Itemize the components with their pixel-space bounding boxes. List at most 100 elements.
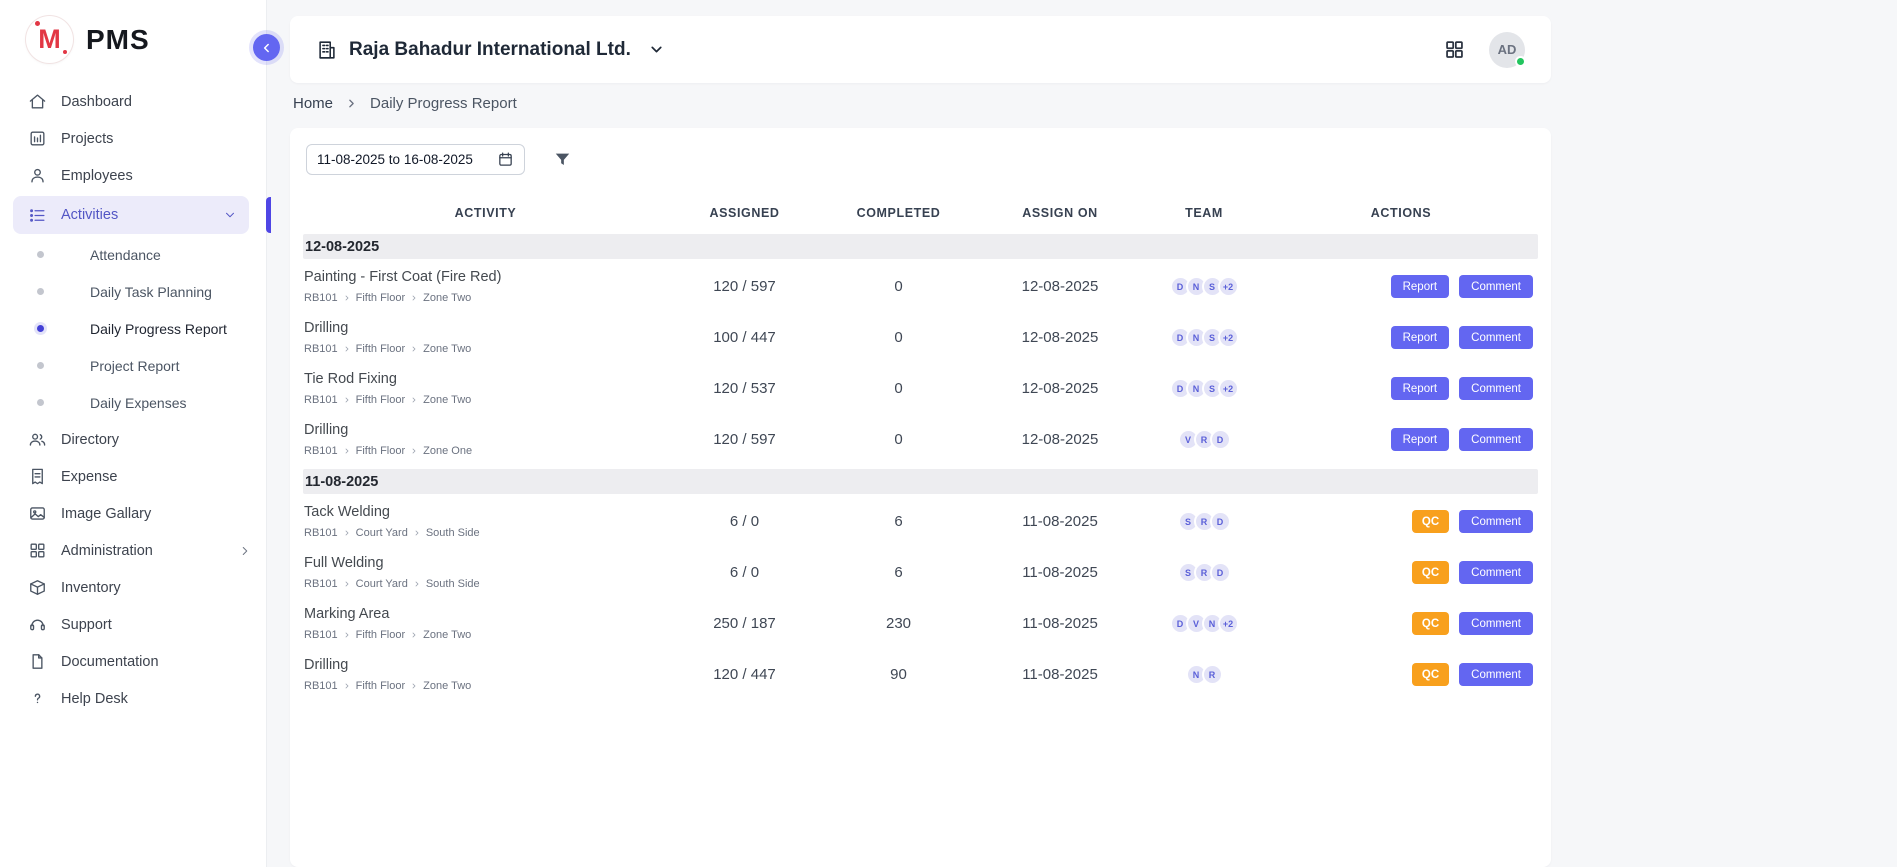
chevron-right-icon: [343, 631, 351, 639]
sidebar-item-expense[interactable]: Expense: [0, 458, 266, 495]
sidebar-item-directory[interactable]: Directory: [0, 421, 266, 458]
actions-cell: QC Comment: [1264, 663, 1538, 686]
sidebar-item-label: Expense: [61, 469, 117, 485]
date-group-header: 11-08-2025: [303, 469, 1538, 494]
sidebar-item-inventory[interactable]: Inventory: [0, 569, 266, 606]
sidebar-item-image-gallary[interactable]: Image Gallary: [0, 495, 266, 532]
actions-cell: QC Comment: [1264, 510, 1538, 533]
path-segment: Fifth Floor: [356, 680, 406, 692]
activity-name: Full Welding: [304, 555, 668, 571]
date-range-input[interactable]: [317, 152, 489, 167]
home-icon: [28, 92, 47, 111]
team-overflow-badge[interactable]: +2: [1218, 276, 1239, 297]
actions-cell: QC Comment: [1264, 561, 1538, 584]
team-avatar[interactable]: D: [1210, 511, 1231, 532]
team-overflow-badge[interactable]: +2: [1218, 613, 1239, 634]
report-button[interactable]: Report: [1391, 377, 1450, 400]
sidebar-item-projects[interactable]: Projects: [0, 120, 266, 157]
report-button[interactable]: Report: [1391, 326, 1450, 349]
projects-icon: [28, 129, 47, 148]
qc-button[interactable]: QC: [1412, 663, 1449, 686]
sidebar-subitem-attendance[interactable]: Attendance: [0, 236, 266, 273]
qc-button[interactable]: QC: [1412, 510, 1449, 533]
sidebar-item-label: Documentation: [61, 654, 159, 670]
team-avatar[interactable]: D: [1210, 429, 1231, 450]
gallery-icon: [28, 504, 47, 523]
comment-button[interactable]: Comment: [1459, 612, 1533, 635]
path-segment: RB101: [304, 578, 338, 590]
sidebar-item-help-desk[interactable]: Help Desk: [0, 680, 266, 717]
path-segment: Zone Two: [423, 629, 471, 641]
comment-button[interactable]: Comment: [1459, 663, 1533, 686]
activity-path: RB101Court YardSouth Side: [304, 527, 668, 539]
bullet-icon: [37, 362, 44, 369]
table-row: Tack WeldingRB101Court YardSouth Side6 /…: [303, 497, 1538, 548]
sidebar-item-support[interactable]: Support: [0, 606, 266, 643]
date-range-picker[interactable]: [306, 144, 525, 175]
table-row: Full WeldingRB101Court YardSouth Side6 /…: [303, 548, 1538, 599]
documentation-icon: [28, 652, 47, 671]
sidebar-subitem-daily-expenses[interactable]: Daily Expenses: [0, 384, 266, 421]
team-avatar[interactable]: D: [1210, 562, 1231, 583]
sidebar-item-dashboard[interactable]: Dashboard: [0, 83, 266, 120]
company-switcher[interactable]: Raja Bahadur International Ltd.: [316, 39, 665, 61]
comment-button[interactable]: Comment: [1459, 510, 1533, 533]
activity-cell: DrillingRB101Fifth FloorZone Two: [303, 657, 668, 692]
comment-button[interactable]: Comment: [1459, 377, 1533, 400]
table-row: DrillingRB101Fifth FloorZone One120 / 59…: [303, 415, 1538, 466]
assigned-value: 120 / 537: [668, 380, 821, 397]
chevron-right-icon: [343, 447, 351, 455]
qc-button[interactable]: QC: [1412, 612, 1449, 635]
path-segment: Fifth Floor: [356, 445, 406, 457]
sidebar-item-employees[interactable]: Employees: [0, 157, 266, 194]
completed-value: 6: [821, 513, 976, 530]
sidebar-item-label: Projects: [61, 131, 113, 147]
sidebar-collapse-button[interactable]: [253, 34, 280, 61]
activity-path: RB101Fifth FloorZone Two: [304, 629, 668, 641]
column-header-team: TEAM: [1144, 206, 1264, 220]
report-button[interactable]: Report: [1391, 428, 1450, 451]
sidebar-item-administration[interactable]: Administration: [0, 532, 266, 569]
activity-path: RB101Court YardSouth Side: [304, 578, 668, 590]
qc-button[interactable]: QC: [1412, 561, 1449, 584]
assign-on-date: 12-08-2025: [976, 431, 1144, 448]
apps-grid-icon[interactable]: [1444, 39, 1465, 60]
online-status-dot: [1515, 56, 1526, 67]
activity-cell: Painting - First Coat (Fire Red)RB101Fif…: [303, 269, 668, 304]
filter-icon[interactable]: [553, 150, 572, 169]
activity-name: Drilling: [304, 320, 668, 336]
chevron-right-icon: [343, 294, 351, 302]
comment-button[interactable]: Comment: [1459, 428, 1533, 451]
sidebar-subitem-daily-task-planning[interactable]: Daily Task Planning: [0, 273, 266, 310]
sidebar-subitem-project-report[interactable]: Project Report: [0, 347, 266, 384]
team-cell: DVN+2: [1144, 613, 1264, 634]
header-actions: AD: [1444, 32, 1525, 68]
activities-icon: [28, 206, 47, 225]
assign-on-date: 12-08-2025: [976, 278, 1144, 295]
support-icon: [28, 615, 47, 634]
bullet-icon: [37, 399, 44, 406]
sidebar-item-activities[interactable]: Activities: [13, 196, 249, 234]
sidebar-item-documentation[interactable]: Documentation: [0, 643, 266, 680]
chevron-right-icon: [343, 345, 351, 353]
assign-on-date: 12-08-2025: [976, 329, 1144, 346]
path-segment: RB101: [304, 343, 338, 355]
directory-icon: [28, 430, 47, 449]
table-row: Painting - First Coat (Fire Red)RB101Fif…: [303, 262, 1538, 313]
team-overflow-badge[interactable]: +2: [1218, 327, 1239, 348]
completed-value: 0: [821, 380, 976, 397]
team-avatar[interactable]: R: [1202, 664, 1223, 685]
breadcrumb-home[interactable]: Home: [293, 95, 333, 112]
comment-button[interactable]: Comment: [1459, 275, 1533, 298]
team-cell: DNS+2: [1144, 276, 1264, 297]
comment-button[interactable]: Comment: [1459, 326, 1533, 349]
report-button[interactable]: Report: [1391, 275, 1450, 298]
team-overflow-badge[interactable]: +2: [1218, 378, 1239, 399]
column-header-assign-on: ASSIGN ON: [976, 206, 1144, 220]
path-segment: RB101: [304, 680, 338, 692]
sidebar-subitem-daily-progress-report[interactable]: Daily Progress Report: [0, 310, 266, 347]
path-segment: Fifth Floor: [356, 394, 406, 406]
team-cell: VRD: [1144, 429, 1264, 450]
user-avatar[interactable]: AD: [1489, 32, 1525, 68]
comment-button[interactable]: Comment: [1459, 561, 1533, 584]
